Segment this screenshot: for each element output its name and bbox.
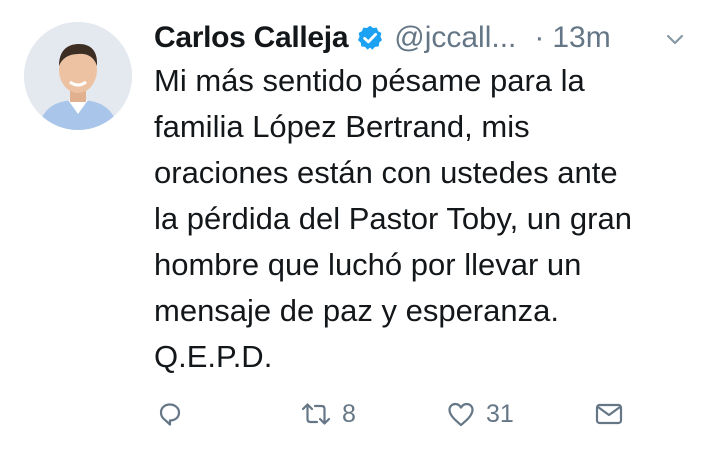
avatar[interactable] <box>24 22 132 130</box>
tweet-timestamp[interactable]: 13m <box>552 21 610 55</box>
like-count: 31 <box>486 399 514 428</box>
tweet-text-line: familia López Bertrand, mis <box>154 109 530 144</box>
tweet-header: Carlos Calleja @jccall... · 13m <box>154 18 694 58</box>
reply-icon <box>156 400 184 428</box>
chevron-down-icon[interactable] <box>664 28 686 50</box>
tweet-text-line: Mi más sentido pésame para la <box>154 63 585 98</box>
avatar-photo <box>24 22 132 130</box>
verified-badge-icon <box>356 24 384 52</box>
reply-button[interactable] <box>156 392 184 436</box>
tweet-actions: 8 31 <box>154 392 654 436</box>
author-handle[interactable]: @jccall... <box>394 21 516 55</box>
direct-message-button[interactable] <box>594 392 624 436</box>
author-name[interactable]: Carlos Calleja <box>154 21 349 55</box>
header-separator: · <box>534 21 545 54</box>
tweet-text-line: Q.E.P.D. <box>154 339 273 374</box>
retweet-count: 8 <box>342 399 356 428</box>
retweet-button[interactable]: 8 <box>300 392 356 436</box>
tweet-text: Mi más sentido pésame para la familia Ló… <box>154 58 699 380</box>
retweet-icon <box>300 400 332 428</box>
tweet-text-line: oraciones están con ustedes ante <box>154 155 618 190</box>
tweet: Carlos Calleja @jccall... · 13m Mi más s… <box>0 0 720 450</box>
tweet-text-line: la pérdida del Pastor Toby, un gran <box>154 201 632 236</box>
like-button[interactable]: 31 <box>446 392 514 436</box>
envelope-icon <box>594 401 624 427</box>
tweet-text-line: mensaje de paz y esperanza. <box>154 293 559 328</box>
tweet-text-line: hombre que luchó por llevar un <box>154 247 582 282</box>
heart-icon <box>446 400 476 428</box>
